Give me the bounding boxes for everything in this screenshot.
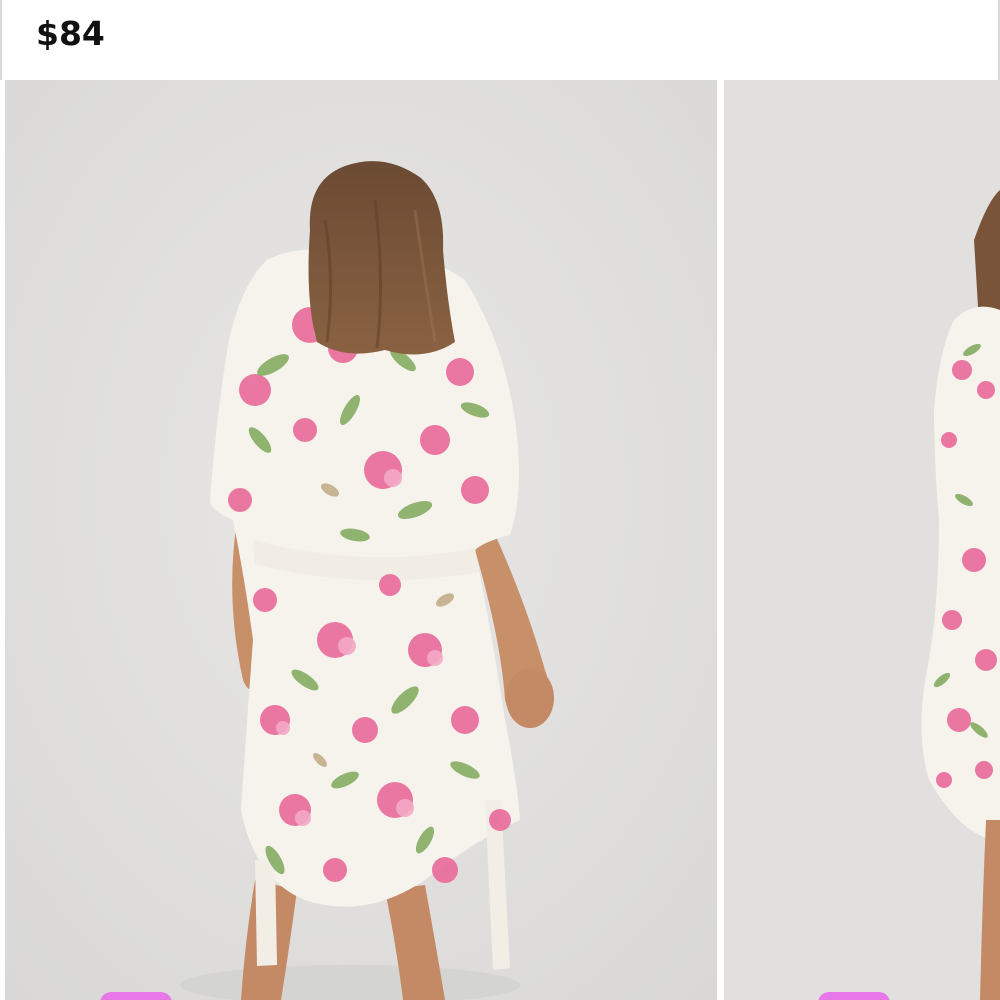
floral-robe-side-view-image bbox=[724, 80, 1000, 1000]
image-gallery[interactable] bbox=[0, 80, 1000, 1000]
floral-robe-back-view-image bbox=[5, 80, 717, 1000]
promo-badge-left[interactable] bbox=[100, 992, 172, 1000]
product-header: $84 bbox=[0, 0, 1000, 80]
gallery-image-2[interactable] bbox=[724, 80, 1000, 1000]
promo-badge-right[interactable] bbox=[818, 992, 890, 1000]
product-price: $84 bbox=[36, 14, 105, 53]
gallery-image-1[interactable] bbox=[5, 80, 717, 1000]
